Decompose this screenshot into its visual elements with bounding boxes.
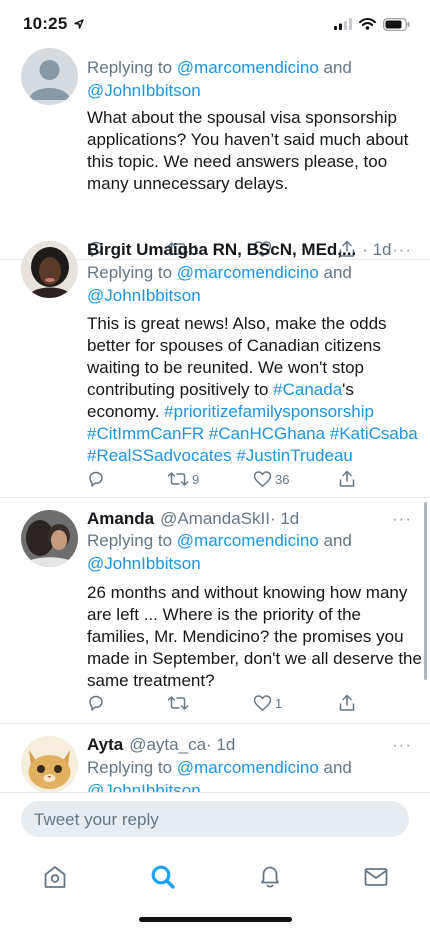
like-count: 36: [275, 471, 290, 487]
author-name[interactable]: Birgit Umaigba RN, BScN, MEd,...: [87, 240, 356, 260]
avatar[interactable]: [21, 510, 78, 567]
replying-to-label: Replying to: [87, 58, 173, 77]
status-icons: [334, 17, 410, 31]
tab-messages[interactable]: [356, 859, 396, 895]
profile-photo-icon: [21, 241, 78, 298]
hashtag-link[interactable]: #CitImmCanFR: [87, 424, 204, 443]
reply-icon: [89, 471, 103, 487]
retweet-button[interactable]: [167, 693, 192, 713]
share-button[interactable]: [338, 693, 356, 713]
tweet-time: · 1d: [206, 735, 236, 754]
scrollbar[interactable]: [424, 502, 427, 680]
default-profile-icon: [29, 60, 70, 100]
tweet-actions: 1: [87, 693, 367, 713]
tweet-text: What about the spousal visa sponsorship …: [87, 108, 409, 193]
like-button[interactable]: 1: [253, 693, 282, 713]
replying-to: Replying to @marcomendicino and @JohnIbb…: [87, 529, 417, 575]
replies-feed[interactable]: Replying to @marcomendicino and @JohnIbb…: [0, 40, 430, 792]
mention-link[interactable]: @marcomendicino: [177, 58, 319, 77]
mention-link[interactable]: @marcomendicino: [177, 758, 319, 777]
replying-to-and: and: [323, 758, 352, 777]
author-handle: @AmandaSkII: [160, 509, 270, 528]
replying-to-and: and: [323, 531, 352, 550]
replying-to-label: Replying to: [87, 758, 173, 777]
tab-search[interactable]: [143, 859, 183, 895]
hashtag-link[interactable]: #CanHCGhana: [209, 424, 325, 443]
heart-icon: [253, 695, 272, 711]
status-time: 10:25: [23, 14, 68, 33]
author-handle: @ayta_ca: [129, 735, 207, 754]
tweet-header: Birgit Umaigba RN, BScN, MEd,... · 1d ··…: [87, 239, 412, 261]
home-indicator[interactable]: [139, 917, 292, 922]
mention-link[interactable]: @JohnIbbitson: [87, 286, 201, 305]
share-button[interactable]: [338, 469, 356, 489]
hashtag-link[interactable]: #KatiCsaba: [330, 424, 418, 443]
avatar[interactable]: [21, 736, 78, 792]
tweet-header: Ayta @ayta_ca · 1d ···: [87, 734, 412, 756]
tweet-item[interactable]: Ayta @ayta_ca · 1d ··· Replying to @marc…: [0, 724, 430, 792]
tab-home[interactable]: [35, 859, 75, 895]
replying-to-and: and: [323, 263, 352, 282]
wifi-icon: [359, 18, 376, 30]
heart-icon: [253, 471, 272, 487]
like-count: 1: [275, 695, 283, 711]
replying-to-and: and: [323, 58, 352, 77]
tweet-reply-input[interactable]: Tweet your reply: [21, 801, 409, 837]
tweet-item[interactable]: Amanda @AmandaSkII · 1d ··· Replying to …: [0, 498, 430, 724]
replying-to: Replying to @marcomendicino and @JohnIbb…: [87, 56, 417, 102]
share-icon: [339, 694, 355, 711]
more-options-icon[interactable]: ···: [392, 240, 412, 260]
retweet-button[interactable]: 9: [167, 469, 199, 489]
retweet-count: 9: [192, 471, 200, 487]
reply-button[interactable]: [87, 469, 108, 489]
tweet-item[interactable]: Birgit Umaigba RN, BScN, MEd,... · 1d ··…: [0, 227, 430, 498]
profile-photo-icon: [21, 510, 78, 567]
avatar[interactable]: [21, 241, 78, 298]
author-name[interactable]: Ayta: [87, 735, 123, 755]
tweet-actions: 9 36: [87, 469, 367, 489]
tweet-text: This is great news! Also, make the odds …: [87, 313, 422, 467]
more-options-icon[interactable]: ···: [392, 509, 412, 529]
hashtag-link[interactable]: #JustinTrudeau: [236, 446, 353, 465]
cellular-signal-icon: [334, 18, 352, 30]
replying-to-label: Replying to: [87, 263, 173, 282]
tweet-text: 26 months and without knowing how many a…: [87, 583, 422, 690]
tab-notifications[interactable]: [250, 859, 290, 895]
location-arrow-icon: [74, 19, 84, 29]
mention-link[interactable]: @marcomendicino: [177, 263, 319, 282]
avatar[interactable]: [21, 48, 78, 105]
reply-composer: Tweet your reply: [0, 792, 430, 852]
reply-button[interactable]: [87, 693, 108, 713]
mention-link[interactable]: @JohnIbbitson: [87, 781, 201, 792]
hashtag-link[interactable]: #Canada: [273, 380, 342, 399]
home-icon: [44, 866, 66, 888]
hashtag-link[interactable]: #RealSSadvocates: [87, 446, 232, 465]
messages-envelope-icon: [364, 868, 388, 886]
search-icon: [151, 865, 175, 889]
share-icon: [339, 470, 355, 487]
tweet-time: · 1d: [362, 240, 392, 259]
battery-icon: [383, 17, 410, 31]
mention-link[interactable]: @marcomendicino: [177, 531, 319, 550]
tweet-header: Amanda @AmandaSkII · 1d ···: [87, 508, 412, 530]
cat-profile-icon: [21, 736, 78, 792]
retweet-icon: [167, 472, 189, 486]
replying-to: Replying to @marcomendicino and @JohnIbb…: [87, 261, 417, 307]
replying-to: Replying to @marcomendicino and @JohnIbb…: [87, 756, 417, 792]
mention-link[interactable]: @JohnIbbitson: [87, 81, 201, 100]
more-options-icon[interactable]: ···: [392, 735, 412, 755]
replying-to-label: Replying to: [87, 531, 173, 550]
reply-icon: [89, 695, 103, 711]
bottom-tab-bar: [0, 852, 430, 931]
notifications-bell-icon: [261, 866, 279, 888]
hashtag-link[interactable]: #prioritizefamilysponsorship: [164, 402, 374, 421]
like-button[interactable]: 36: [253, 469, 289, 489]
retweet-icon: [167, 696, 189, 710]
mention-link[interactable]: @JohnIbbitson: [87, 554, 201, 573]
author-name[interactable]: Amanda: [87, 509, 154, 529]
tweet-time: · 1d: [269, 509, 300, 528]
